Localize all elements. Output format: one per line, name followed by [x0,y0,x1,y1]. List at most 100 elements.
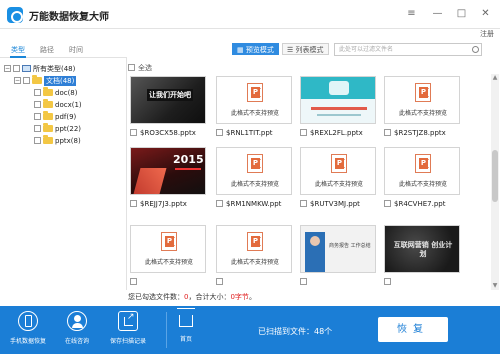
file-name: $R2STJZ8.pptx [394,128,446,137]
file-checkbox[interactable] [384,278,391,285]
grid-scrollbar[interactable]: ▲ ▼ [491,74,499,290]
minimize-icon[interactable]: — [430,6,445,21]
file-thumbnail[interactable]: 此格式不支持预览 [384,147,460,195]
checkbox[interactable] [13,65,20,72]
file-label-row [130,276,140,287]
file-checkbox[interactable] [216,200,223,207]
file-thumbnail[interactable]: 此格式不支持预览 [216,76,292,124]
tab-time[interactable]: 时间 [69,45,83,55]
ppt-file-icon [247,232,263,251]
checkbox[interactable] [34,125,41,132]
file-card[interactable]: 此格式不支持预览 $RNL1TIT.ppt [214,76,294,144]
file-checkbox[interactable] [130,129,137,136]
file-checkbox[interactable] [384,200,391,207]
select-all-checkbox[interactable] [128,64,135,71]
checkbox[interactable] [34,101,41,108]
unsupported-preview-text: 此格式不支持预览 [230,259,279,266]
home-button[interactable]: 首页 [164,311,208,351]
file-thumbnail[interactable]: 此格式不支持预览 [384,76,460,124]
tree-item-docx[interactable]: docx(1) [34,99,82,110]
tree-item-pdf[interactable]: pdf(9) [34,111,76,122]
collapse-icon[interactable]: − [4,65,11,72]
file-card[interactable]: 互联网营销 创业计划 [382,225,462,290]
file-thumbnail[interactable]: 此格式不支持预览 [216,147,292,195]
file-card[interactable]: $REXL2FL.pptx [298,76,378,144]
list-mode-button[interactable]: ☰ 列表模式 [282,43,329,55]
file-label-row [384,276,394,287]
file-card[interactable]: 此格式不支持预览 $R2STJZ8.pptx [382,76,462,144]
file-card[interactable]: 2015 $REJJ7J3.pptx [128,147,208,215]
file-preview-grid: 让我们开始吧 $RO3CX58.pptx 此格式不支持预览 $RNL1TIT.p… [128,74,490,290]
app-logo-icon [7,7,23,23]
search-icon[interactable] [472,46,479,53]
file-name: $RUTV3MJ.ppt [310,199,360,208]
thumb-caption: 商务报告 工作总结 [329,243,371,249]
menu-icon[interactable]: ≡ [404,6,419,21]
file-card[interactable]: 此格式不支持预览 $RUTV3MJ.ppt [298,147,378,215]
file-thumbnail[interactable]: 让我们开始吧 [130,76,206,124]
file-card[interactable]: 让我们开始吧 $RO3CX58.pptx [128,76,208,144]
checkbox[interactable] [34,89,41,96]
file-card[interactable]: 商务报告 工作总结 [298,225,378,290]
preview-mode-button[interactable]: ▦ 预览模式 [232,43,279,55]
ppt-file-icon [247,83,263,102]
file-card[interactable]: 此格式不支持预览 $RM1NMKW.ppt [214,147,294,215]
checkbox[interactable] [23,77,30,84]
left-tabbar: 类型 路径 时间 [0,40,127,58]
file-thumbnail[interactable]: 此格式不支持预览 [130,225,206,273]
tree-item-ppt[interactable]: ppt(22) [34,123,81,134]
home-icon [179,315,193,327]
file-type-tree: − 所有类型(48) − 文档(48) doc(8) docx(1) pdf(9… [0,58,127,290]
register-link[interactable]: 注册 [480,29,494,39]
checkbox[interactable] [34,137,41,144]
file-checkbox[interactable] [300,200,307,207]
file-checkbox[interactable] [300,129,307,136]
file-thumbnail[interactable]: 2015 [130,147,206,195]
tree-item-doc[interactable]: doc(8) [34,87,78,98]
file-thumbnail[interactable]: 此格式不支持预览 [300,147,376,195]
file-checkbox[interactable] [130,200,137,207]
checkbox[interactable] [34,113,41,120]
scroll-up-icon[interactable]: ▲ [491,74,499,82]
scroll-thumb[interactable] [492,150,498,202]
select-all-row[interactable]: 全选 [128,62,152,73]
file-thumbnail[interactable] [300,76,376,124]
file-card[interactable]: 此格式不支持预览 $R4CVHE7.ppt [382,147,462,215]
phone-recovery-button[interactable]: 手机数据恢复 [6,311,50,351]
file-thumbnail[interactable]: 互联网营销 创业计划 [384,225,460,273]
file-checkbox[interactable] [300,278,307,285]
file-card[interactable]: 此格式不支持预览 [214,225,294,290]
online-consult-button[interactable]: 在线咨询 [55,311,99,351]
thumb-caption: 互联网营销 创业计划 [393,241,453,258]
file-name: $RO3CX58.pptx [140,128,196,137]
file-card[interactable]: 此格式不支持预览 [128,225,208,290]
file-checkbox[interactable] [384,129,391,136]
scroll-down-icon[interactable]: ▼ [491,282,499,290]
tab-type[interactable]: 类型 [11,45,25,55]
file-checkbox[interactable] [130,278,137,285]
tree-item-label: docx(1) [55,100,82,109]
tree-item-label: pptx(8) [55,136,81,145]
tab-path[interactable]: 路径 [40,45,54,55]
tree-item-pptx[interactable]: pptx(8) [34,135,81,146]
file-name: $RNL1TIT.ppt [226,128,273,137]
file-thumbnail[interactable]: 商务报告 工作总结 [300,225,376,273]
close-icon[interactable]: ✕ [478,6,493,21]
file-thumbnail[interactable]: 此格式不支持预览 [216,225,292,273]
save-scan-record-button[interactable]: 保存扫描记录 [106,311,150,351]
file-label-row [216,276,226,287]
tree-item-label: ppt(22) [55,124,82,133]
collapse-icon[interactable]: − [14,77,21,84]
computer-icon [22,65,31,72]
scan-result-text: 已扫描到文件：48个 [258,327,333,336]
file-checkbox[interactable] [216,278,223,285]
folder-icon [43,87,53,96]
folder-icon [43,111,53,120]
filename-filter-input[interactable]: 此处可以过滤文件名 [334,43,482,56]
tree-root[interactable]: − 所有类型(48) [4,63,75,74]
tree-category-label: 文档(48) [44,75,77,86]
file-checkbox[interactable] [216,129,223,136]
tree-category-documents[interactable]: − 文档(48) [14,75,77,86]
maximize-icon[interactable]: □ [454,6,469,21]
recover-button[interactable]: 恢复 [378,317,448,342]
